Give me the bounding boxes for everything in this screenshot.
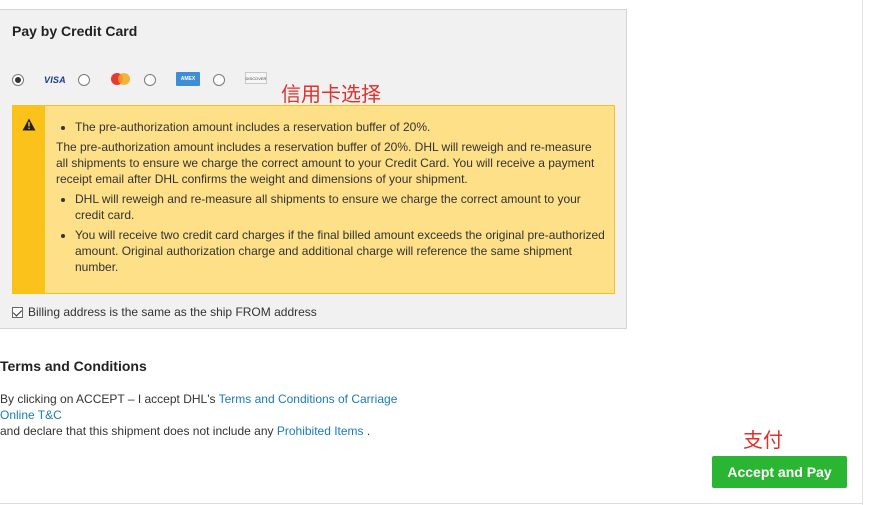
warning-text: The pre-authorization amount includes a … <box>56 119 606 279</box>
billing-same-address[interactable]: Billing address is the same as the ship … <box>12 305 317 319</box>
terms-line-1: By clicking on ACCEPT – I accept DHL's T… <box>0 392 397 406</box>
credit-card-panel: Pay by Credit Card VISA AMEX DISCOVER Th… <box>0 9 627 329</box>
card-type-selector: VISA AMEX DISCOVER <box>0 72 300 92</box>
terms-title: Terms and Conditions <box>0 358 147 374</box>
warning-bullet: You will receive two credit card charges… <box>75 227 606 275</box>
warning-bullet: DHL will reweigh and re-measure all ship… <box>75 191 606 223</box>
terms-text: By clicking on ACCEPT – I accept DHL's <box>0 392 219 406</box>
billing-label: Billing address is the same as the ship … <box>28 305 317 319</box>
terms-line-3: and declare that this shipment does not … <box>0 424 370 438</box>
terms-line-2: Online T&C <box>0 408 62 422</box>
radio-amex[interactable] <box>144 74 156 86</box>
radio-mastercard[interactable] <box>78 74 90 86</box>
radio-discover[interactable] <box>213 74 225 86</box>
terms-text: . <box>363 424 371 438</box>
warning-paragraph: The pre-authorization amount includes a … <box>56 140 595 186</box>
pay-annotation: 支付 <box>743 428 783 452</box>
pre-authorization-warning: The pre-authorization amount includes a … <box>12 105 615 294</box>
panel-title: Pay by Credit Card <box>12 23 138 39</box>
accept-and-pay-button[interactable]: Accept and Pay <box>712 456 847 488</box>
radio-visa[interactable] <box>12 74 24 86</box>
terms-of-carriage-link[interactable]: Terms and Conditions of Carriage <box>219 392 398 406</box>
warning-strip <box>13 106 45 293</box>
page-bottom-border <box>0 503 862 504</box>
page-right-border <box>862 0 863 505</box>
online-tc-link[interactable]: Online T&C <box>0 408 62 422</box>
amex-logo-icon: AMEX <box>176 72 200 86</box>
visa-logo-icon: VISA <box>44 75 66 85</box>
terms-text: and declare that this shipment does not … <box>0 424 277 438</box>
billing-checkbox[interactable] <box>12 306 23 318</box>
warning-bullet: The pre-authorization amount includes a … <box>75 119 606 135</box>
discover-logo-icon: DISCOVER <box>245 72 267 84</box>
prohibited-items-link[interactable]: Prohibited Items <box>277 424 364 438</box>
card-select-annotation: 信用卡选择 <box>281 82 381 106</box>
warning-triangle-icon <box>22 118 36 131</box>
mastercard-logo-icon <box>110 72 132 86</box>
